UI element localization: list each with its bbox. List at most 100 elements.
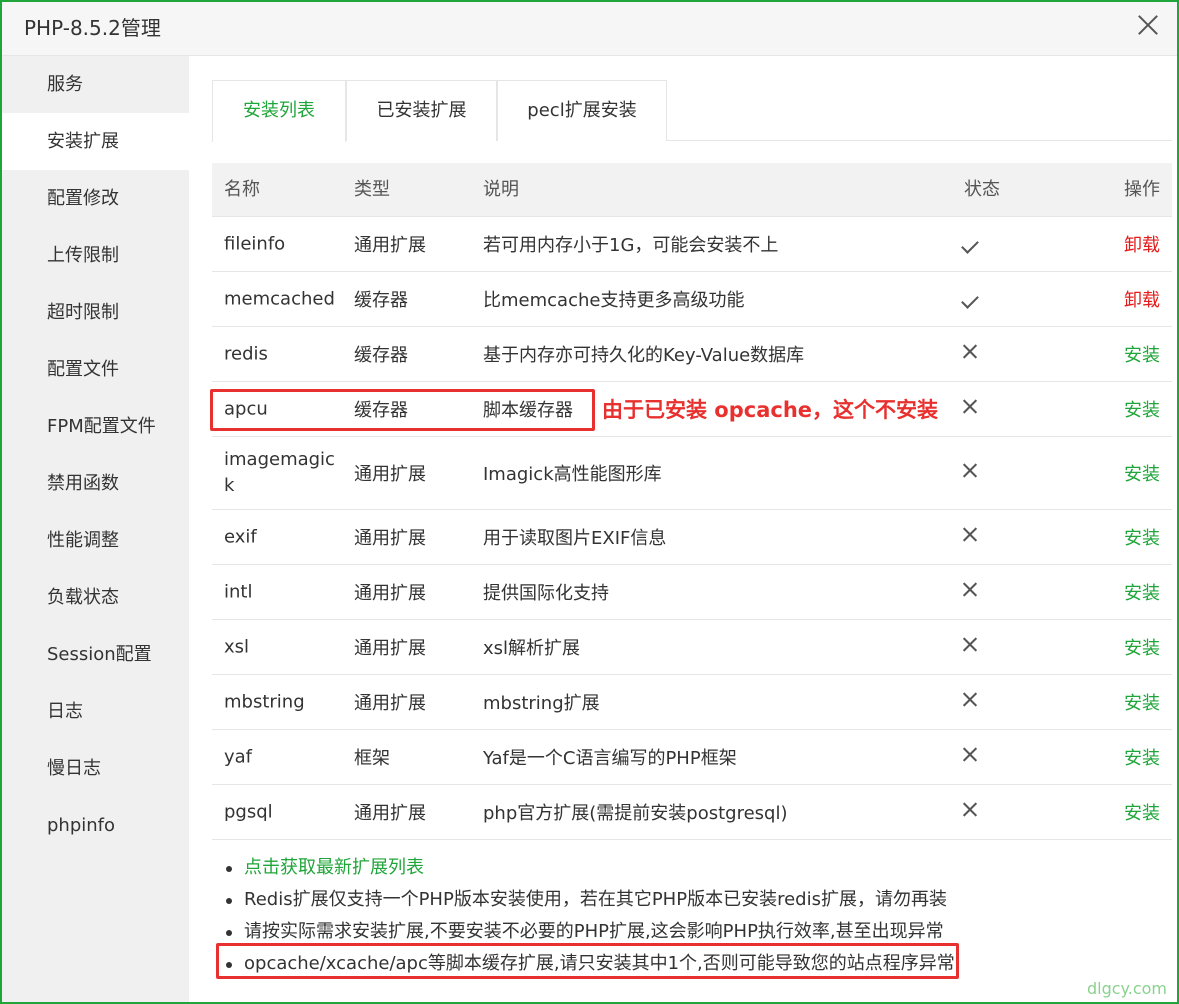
table-row: mbstring 通用扩展 mbstring扩展 安装 — [212, 675, 1172, 730]
extension-desc: 若可用内存小于1G，可能会安装不上 — [483, 235, 779, 256]
sidebar-item[interactable]: phpinfo — [2, 797, 189, 854]
extension-type: 缓存器 — [354, 345, 408, 366]
extension-name: mbstring — [224, 691, 305, 713]
cross-icon — [962, 399, 978, 415]
tab-pecl-install[interactable]: pecl扩展安装 — [497, 80, 667, 141]
extension-desc: Imagick高性能图形库 — [483, 464, 662, 485]
extension-name: imagemagick — [224, 449, 335, 496]
extension-desc: 提供国际化支持 — [483, 583, 609, 604]
extension-type: 缓存器 — [354, 290, 408, 311]
extension-name: memcached — [224, 288, 335, 310]
extension-type: 通用扩展 — [354, 528, 426, 549]
status-cell — [961, 234, 988, 255]
status-cell — [962, 582, 988, 603]
sidebar-item[interactable]: 负载状态 — [2, 569, 189, 626]
title-bar: PHP-8.5.2管理 — [2, 2, 1177, 56]
status-cell — [962, 527, 988, 548]
sidebar-item[interactable]: 安装扩展 — [2, 113, 189, 170]
status-cell — [961, 289, 988, 310]
sidebar-item[interactable]: 慢日志 — [2, 740, 189, 797]
uninstall-link[interactable]: 卸载 — [1124, 286, 1160, 312]
sidebar: 服务 安装扩展 配置修改 上传限制 超时限制 配置文件 FPM配置文件 禁用函数 性能调整 负载状… — [2, 56, 189, 1002]
table-row: memcached 缓存器 比memcache支持更多高级功能 卸载 — [212, 272, 1172, 327]
cross-icon — [962, 747, 978, 763]
status-cell — [962, 344, 988, 365]
extension-name: pgsql — [224, 801, 273, 823]
table-row: intl 通用扩展 提供国际化支持 安装 — [212, 565, 1172, 620]
cross-icon — [962, 802, 978, 818]
extension-type: 通用扩展 — [354, 583, 426, 604]
extension-name: yaf — [224, 746, 253, 768]
extension-type: 通用扩展 — [354, 638, 426, 659]
extension-type: 通用扩展 — [354, 693, 426, 714]
extension-table: 名称 类型 说明 状态 操作 fileinfo 通用扩展 若可用内存小于1G，可能会… — [212, 163, 1172, 840]
cross-icon — [962, 582, 978, 598]
cross-icon — [962, 463, 978, 479]
annotation-box-cache-note — [216, 943, 959, 979]
extension-type: 框架 — [354, 748, 390, 769]
sidebar-item[interactable]: Session配置 — [2, 626, 189, 683]
table-body: fileinfo 通用扩展 若可用内存小于1G，可能会安装不上 卸载 memcached… — [212, 217, 1172, 840]
status-cell — [962, 463, 988, 484]
annotation-text: 由于已安装 opcache，这个不安装 — [602, 398, 939, 422]
status-cell — [962, 802, 988, 823]
table-row: pgsql 通用扩展 php官方扩展(需提前安装postgresql) 安装 — [212, 785, 1172, 840]
header-type: 类型 — [354, 179, 390, 200]
header-name: 名称 — [224, 179, 260, 200]
extension-desc: xsl解析扩展 — [483, 638, 581, 659]
sidebar-item[interactable]: FPM配置文件 — [2, 398, 189, 455]
table-row: xsl 通用扩展 xsl解析扩展 安装 — [212, 620, 1172, 675]
sidebar-item[interactable]: 性能调整 — [2, 512, 189, 569]
extension-type: 通用扩展 — [354, 464, 426, 485]
table-row: redis 缓存器 基于内存亦可持久化的Key-Value数据库 安装 — [212, 327, 1172, 382]
check-icon — [961, 291, 979, 309]
cross-icon — [962, 527, 978, 543]
extension-type: 通用扩展 — [354, 803, 426, 824]
extension-desc: php官方扩展(需提前安装postgresql) — [483, 803, 788, 824]
extension-name: exif — [224, 526, 257, 548]
sidebar-item[interactable]: 配置文件 — [2, 341, 189, 398]
install-link[interactable]: 安装 — [1124, 460, 1160, 486]
extension-name: intl — [224, 581, 253, 603]
extension-desc: 基于内存亦可持久化的Key-Value数据库 — [483, 345, 805, 366]
tab-installed-extensions[interactable]: 已安装扩展 — [346, 80, 497, 141]
status-cell — [962, 637, 988, 658]
note-redis: Redis扩展仅支持一个PHP版本安装使用，若在其它PHP版本已安装redis扩… — [222, 884, 1162, 916]
tab-install-list[interactable]: 安装列表 — [212, 80, 346, 142]
dialog-title: PHP-8.5.2管理 — [24, 16, 161, 40]
sidebar-item[interactable]: 日志 — [2, 683, 189, 740]
table-row: yaf 框架 Yaf是一个C语言编写的PHP框架 安装 — [212, 730, 1172, 785]
extension-desc: mbstring扩展 — [483, 693, 600, 714]
sidebar-item[interactable]: 禁用函数 — [2, 455, 189, 512]
extension-type: 通用扩展 — [354, 235, 426, 256]
status-cell — [962, 399, 988, 420]
sidebar-item[interactable]: 服务 — [2, 56, 189, 113]
header-status: 状态 — [964, 179, 1000, 200]
install-link[interactable]: 安装 — [1124, 689, 1160, 715]
extension-name: xsl — [224, 636, 250, 658]
install-link[interactable]: 安装 — [1124, 341, 1160, 367]
cross-icon — [962, 692, 978, 708]
install-link[interactable]: 安装 — [1124, 634, 1160, 660]
install-link[interactable]: 安装 — [1124, 524, 1160, 550]
annotation-box-apcu — [210, 389, 595, 431]
install-link[interactable]: 安装 — [1124, 744, 1160, 770]
sidebar-item[interactable]: 上传限制 — [2, 227, 189, 284]
refresh-extension-list-link[interactable]: 点击获取最新扩展列表 — [222, 852, 1162, 884]
install-link[interactable]: 安装 — [1124, 799, 1160, 825]
install-link[interactable]: 安装 — [1124, 396, 1160, 422]
sidebar-item[interactable]: 超时限制 — [2, 284, 189, 341]
check-icon — [961, 236, 979, 254]
dialog-window: PHP-8.5.2管理 服务 安装扩展 配置修改 上传限制 超时限制 配置文件 FPM配置文… — [0, 0, 1179, 1004]
uninstall-link[interactable]: 卸载 — [1124, 231, 1160, 257]
install-link[interactable]: 安装 — [1124, 579, 1160, 605]
table-row: fileinfo 通用扩展 若可用内存小于1G，可能会安装不上 卸载 — [212, 217, 1172, 272]
status-cell — [962, 692, 988, 713]
extension-desc: 比memcache支持更多高级功能 — [483, 290, 745, 311]
header-op: 操作 — [1124, 179, 1160, 200]
sidebar-item[interactable]: 配置修改 — [2, 170, 189, 227]
close-icon[interactable] — [1133, 10, 1163, 40]
extension-desc: Yaf是一个C语言编写的PHP框架 — [483, 748, 737, 769]
extension-desc: 用于读取图片EXIF信息 — [483, 528, 667, 549]
status-cell — [962, 747, 988, 768]
